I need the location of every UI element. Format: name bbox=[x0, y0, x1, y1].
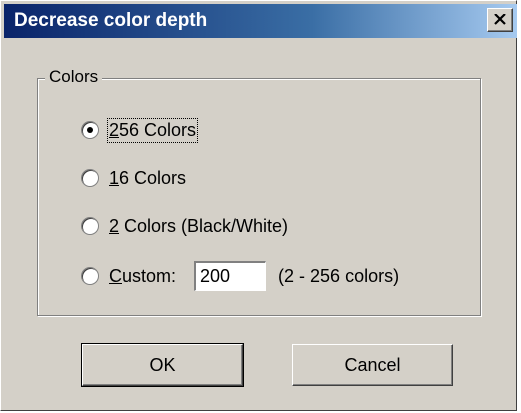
radio-2-label: 2 Colors (Black/White) bbox=[109, 215, 289, 236]
radio-button[interactable] bbox=[81, 217, 99, 235]
colors-group-label: Colors bbox=[45, 67, 103, 87]
radio-256-colors[interactable]: 256 Colors bbox=[81, 117, 199, 143]
dialog-title: Decrease color depth bbox=[14, 10, 208, 31]
radio-custom-label: Custom: bbox=[109, 265, 177, 286]
close-button[interactable] bbox=[487, 8, 513, 32]
radio-16-colors[interactable]: 16 Colors bbox=[81, 166, 186, 190]
radio-button-checked[interactable] bbox=[81, 121, 99, 139]
radio-16-label: 16 Colors bbox=[109, 167, 187, 188]
cancel-button[interactable]: Cancel bbox=[292, 344, 453, 386]
custom-colors-input[interactable] bbox=[194, 261, 267, 291]
dialog-window: Decrease color depth Colors 256 Colors 1… bbox=[0, 0, 517, 411]
ok-button[interactable]: OK bbox=[81, 343, 244, 387]
radio-button[interactable] bbox=[81, 169, 99, 187]
radio-2-colors[interactable]: 2 Colors (Black/White) bbox=[81, 214, 288, 238]
radio-button[interactable] bbox=[81, 267, 99, 285]
close-icon bbox=[494, 14, 506, 25]
title-bar[interactable]: Decrease color depth bbox=[4, 4, 517, 38]
radio-custom[interactable]: Custom: (2 - 256 colors) bbox=[81, 260, 399, 292]
custom-range-hint: (2 - 256 colors) bbox=[278, 265, 400, 286]
radio-256-label: 256 Colors bbox=[106, 117, 199, 143]
